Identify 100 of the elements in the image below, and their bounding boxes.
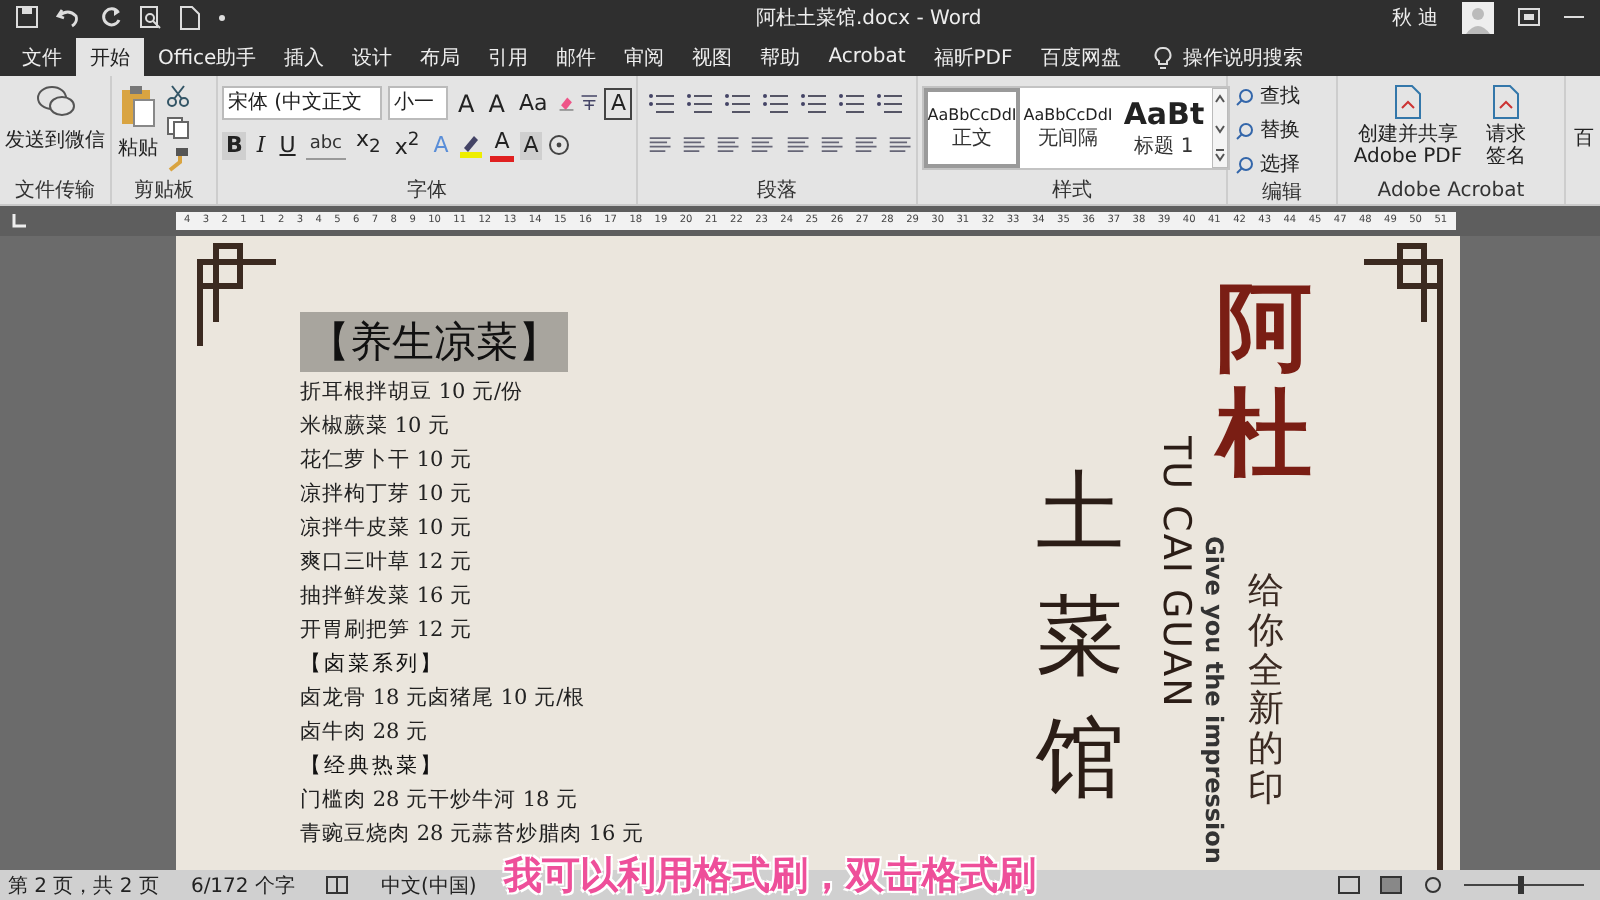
menu-line: 青豌豆烧肉 28 元蒜苔炒腊肉 16 元 (300, 820, 645, 850)
style-preset[interactable]: AaBbCcDdI 正文 (924, 88, 1020, 168)
group-label: 文件传输 (13, 178, 97, 204)
clipboard-icon (120, 84, 156, 128)
alignment-icon[interactable] (750, 134, 775, 156)
menu-line: 爽口三叶草 12 元 (300, 548, 473, 578)
english-slogan: Give you the impression (1200, 536, 1228, 864)
pinyin-title: TU CAI GUAN (1154, 436, 1198, 709)
alignment-icon[interactable] (785, 134, 810, 156)
copy-icon[interactable] (166, 116, 190, 140)
enclose-character-icon[interactable] (548, 134, 571, 156)
avatar-icon[interactable] (1462, 1, 1494, 33)
paste-button[interactable]: 粘贴 (116, 80, 160, 166)
group-label: 编辑 (1260, 180, 1304, 206)
menu-line: 【卤菜系列】 (300, 650, 444, 680)
menu-line: 花仁萝卜干 10 元 (300, 446, 473, 476)
menu-line: 门槛肉 28 元干炒牛河 18 元 (300, 786, 579, 816)
tell-me-search[interactable]: 操作说明搜索 (1182, 43, 1303, 71)
undo-icon[interactable] (56, 6, 82, 28)
ribbon-tab[interactable]: 插入 (270, 38, 339, 76)
font-format-button[interactable]: x$_{2}$ (352, 126, 385, 164)
subtitle-caption: 我可以利用格式刷，双击格式刷 (504, 854, 1036, 898)
font-format-button[interactable]: U (275, 131, 300, 159)
font-name-field[interactable]: 宋体 (中文正文 (222, 86, 382, 120)
format-painter-icon[interactable] (166, 148, 190, 172)
group-label: Adobe Acrobat (1375, 178, 1527, 204)
save-icon[interactable] (16, 6, 38, 28)
send-to-wechat-button[interactable]: 发送到微信 (3, 80, 107, 158)
group-label: 字体 (405, 178, 449, 204)
acrobat-button[interactable]: 创建并共享 Adobe PDF (1342, 80, 1474, 172)
search-icon (1236, 87, 1254, 105)
alignment-icon[interactable] (716, 134, 741, 156)
ribbon-button-label[interactable]: 百 (1574, 124, 1594, 204)
tab-selector-icon[interactable] (10, 213, 26, 229)
editing-button[interactable]: 查找 (1232, 80, 1332, 112)
customize-dot-icon[interactable] (218, 13, 226, 21)
alignment-icon[interactable] (682, 134, 707, 156)
paragraph-format-icon[interactable] (762, 92, 790, 114)
scissors-icon[interactable] (166, 84, 190, 108)
menu-line: 卤龙骨 18 元卤猪尾 10 元/根 (300, 684, 586, 714)
font-format-button[interactable]: abc (305, 130, 346, 160)
proofing-book-icon[interactable] (326, 876, 349, 894)
language-status[interactable]: 中文(中国) (380, 871, 477, 899)
ribbon-tab[interactable]: 百度网盘 (1026, 38, 1135, 76)
minimize-icon[interactable] (1564, 14, 1584, 20)
print-layout-icon[interactable] (1380, 876, 1402, 894)
font-format-button[interactable]: A (454, 89, 479, 117)
read-mode-icon[interactable] (1338, 876, 1360, 894)
ribbon-tab[interactable]: 福昕PDF (919, 38, 1027, 76)
paragraph-format-icon[interactable] (800, 92, 828, 114)
alignment-icon[interactable] (853, 134, 878, 156)
alignment-icon[interactable] (819, 134, 844, 156)
ribbon-display-icon[interactable] (1518, 8, 1540, 26)
menu-line: 凉拌枸丁芽 10 元 (300, 480, 473, 510)
phonetic-guide-icon[interactable] (580, 92, 599, 114)
font-format-button[interactable]: B (222, 131, 247, 159)
new-document-icon[interactable] (180, 5, 200, 29)
paragraph-format-icon[interactable] (686, 92, 714, 114)
ribbon-tab[interactable]: 布局 (406, 38, 475, 76)
font-format-button[interactable]: Aa (514, 89, 552, 117)
ribbon-tab[interactable]: 邮件 (542, 38, 611, 76)
group-label: 样式 (1050, 178, 1094, 204)
editing-button[interactable]: 替换 (1232, 114, 1332, 146)
ribbon-tab[interactable]: 视图 (678, 38, 747, 76)
highlighter-icon[interactable] (458, 133, 485, 157)
alignment-icon[interactable] (648, 134, 673, 156)
ribbon-tab[interactable]: 文件 (8, 38, 76, 76)
word-count[interactable]: 6/172 个字 (190, 871, 295, 899)
chinese-slogan: 给你全新的印 (1248, 572, 1284, 810)
font-format-button[interactable]: I (252, 131, 270, 159)
ribbon-tab[interactable]: 审阅 (610, 38, 679, 76)
font-size-field[interactable]: 小一 (388, 86, 448, 120)
print-preview-icon[interactable] (140, 5, 162, 29)
redo-icon[interactable] (100, 6, 122, 28)
menu-line: 卤牛肉 28 元 (300, 718, 429, 748)
font-format-button[interactable]: A (519, 131, 543, 159)
font-format-button[interactable]: A (490, 128, 514, 162)
group-label: 剪贴板 (132, 178, 196, 204)
gallery-scroll-icon[interactable] (1212, 88, 1228, 168)
ribbon-tab[interactable]: 帮助 (746, 38, 815, 76)
editing-button[interactable]: 选择 (1232, 148, 1332, 180)
ribbon-tab[interactable]: Office助手 (144, 38, 271, 76)
ribbon-tab[interactable]: 开始 (76, 38, 144, 76)
font-format-button[interactable]: A (604, 87, 632, 119)
menu-line: 米椒蕨菜 10 元 (300, 412, 451, 442)
ribbon-tab[interactable]: 引用 (474, 38, 543, 76)
user-name[interactable]: 秋 迪 (1391, 3, 1438, 31)
font-format-button[interactable]: x$^{2}$ (390, 127, 424, 163)
alignment-icon[interactable] (887, 134, 912, 156)
paragraph-format-icon[interactable] (838, 92, 866, 114)
page-count[interactable]: 第 2 页，共 2 页 (8, 871, 159, 899)
calligraphy-name-top: 阿杜 (1216, 276, 1312, 488)
paragraph-format-icon[interactable] (876, 92, 904, 114)
ribbon-tab[interactable]: 设计 (338, 38, 407, 76)
web-layout-icon[interactable] (1422, 876, 1444, 894)
paragraph-format-icon[interactable] (648, 92, 676, 114)
paragraph-format-icon[interactable] (724, 92, 752, 114)
ribbon-tab[interactable]: Acrobat (814, 38, 920, 76)
acrobat-button[interactable]: 请求签名 (1480, 80, 1532, 172)
font-format-button[interactable]: A (484, 89, 509, 117)
